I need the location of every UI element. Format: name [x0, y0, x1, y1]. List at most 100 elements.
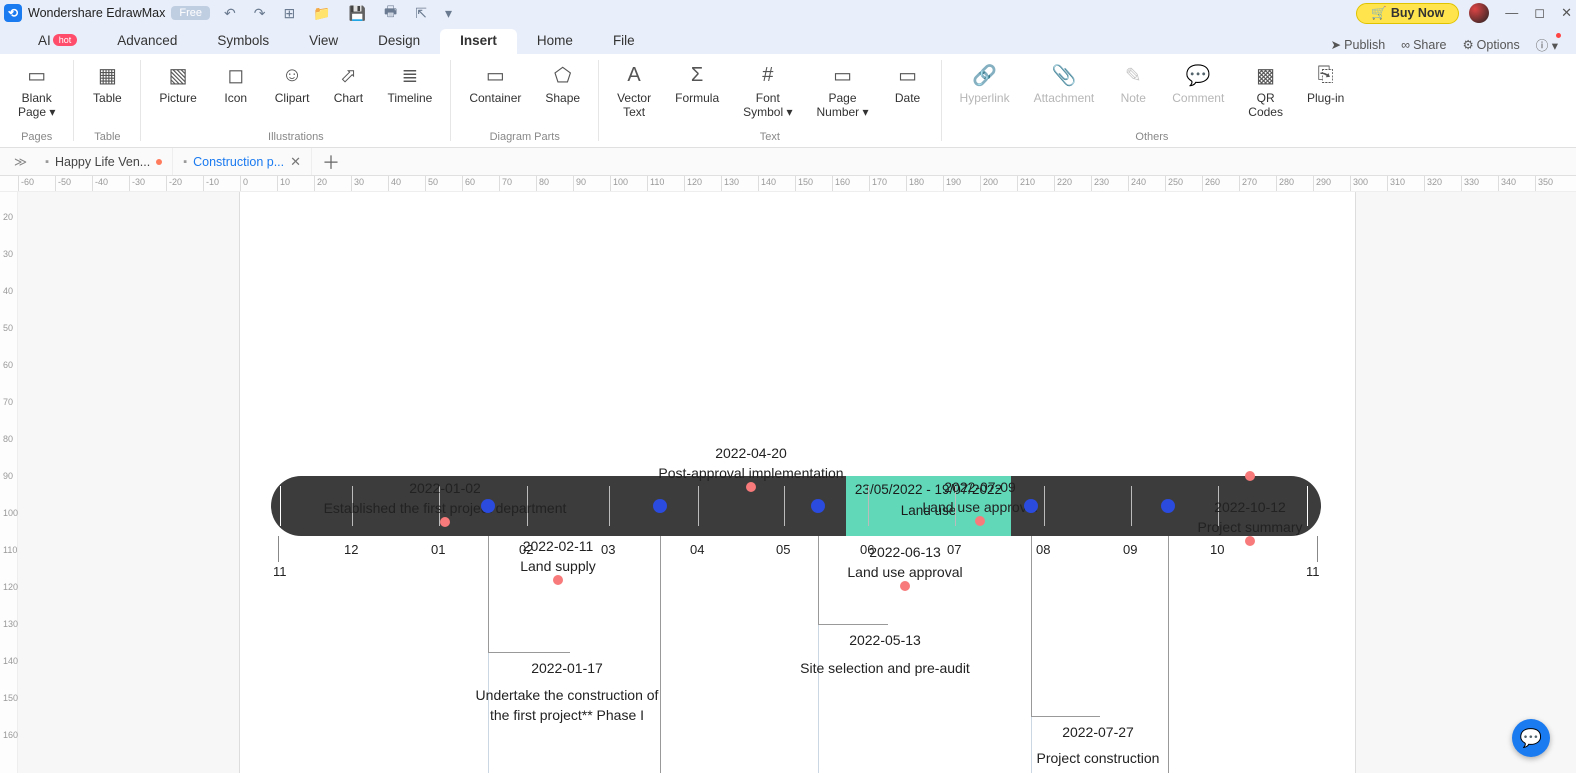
doc-tab-construction[interactable]: ▪Construction p...✕ [173, 148, 312, 175]
ribbon-timeline[interactable]: ≣Timeline [379, 58, 440, 129]
ribbon-container[interactable]: ▭Container [461, 58, 529, 129]
menu-design[interactable]: Design [358, 29, 440, 54]
month-label: 04 [690, 542, 704, 557]
help-button[interactable]: ⓘ ▾ [1536, 35, 1558, 54]
share-button[interactable]: ∞Share [1401, 38, 1446, 52]
maximize-button[interactable]: ◻ [1534, 5, 1545, 21]
ribbon-date[interactable]: ▭Date [885, 58, 931, 129]
milestone-marker[interactable] [481, 499, 495, 513]
event-marker[interactable] [1245, 536, 1255, 546]
ruler-tick: 150 [795, 176, 796, 191]
clipart-label: Clipart [275, 92, 310, 106]
event-marker[interactable] [900, 581, 910, 591]
menu-right: ➤Publish ∞Share ⚙Options ⓘ ▾ [1331, 35, 1558, 54]
milestone-marker[interactable] [1161, 499, 1175, 513]
redo-icon[interactable]: ↷ [254, 5, 266, 22]
track-tick [1131, 486, 1132, 526]
ruler-tick: -50 [55, 176, 56, 191]
font-symbol-label: FontSymbol ▾ [743, 92, 792, 120]
chat-fab[interactable]: 💬 [1512, 719, 1550, 757]
ribbon-page-number[interactable]: ▭PageNumber ▾ [809, 58, 877, 129]
plugin-label: Plug-in [1307, 92, 1344, 106]
ruler-tick: 60 [462, 176, 463, 191]
tabs-scroll-icon[interactable]: ≫ [6, 154, 35, 169]
doc-tab-label: Construction p... [193, 155, 284, 169]
leader-line [1168, 536, 1169, 773]
open-icon[interactable]: 📁 [313, 5, 330, 22]
main-menu: AIhotAdvancedSymbolsViewDesignInsertHome… [0, 26, 1576, 54]
menu-symbols[interactable]: Symbols [197, 29, 289, 54]
doc-tab-happy[interactable]: ▪Happy Life Ven... [35, 148, 173, 175]
export-icon[interactable]: ⇱ [415, 5, 427, 22]
menu-ai[interactable]: AIhot [18, 29, 97, 54]
event-text: Land use approval [830, 564, 980, 580]
formula-label: Formula [675, 92, 719, 106]
ribbon-blank-page[interactable]: ▭BlankPage ▾ [10, 58, 63, 129]
qat-more-icon[interactable]: ▾ [445, 5, 452, 22]
menu-view[interactable]: View [289, 29, 358, 54]
ruler-tick: 30 [351, 176, 352, 191]
container-icon: ▭ [482, 62, 508, 88]
milestone-marker[interactable] [1024, 499, 1038, 513]
ribbon-icon[interactable]: ◻Icon [213, 58, 259, 129]
print-icon[interactable]: 🖶 [384, 1, 397, 25]
ribbon-table[interactable]: ▦Table [84, 58, 130, 129]
attachment-label: Attachment [1034, 92, 1095, 106]
ruler-tick: 190 [943, 176, 944, 191]
track-tick [698, 486, 699, 526]
ruler-tick: 290 [1313, 176, 1314, 191]
ribbon-picture[interactable]: ▧Picture [151, 58, 204, 129]
canvas[interactable]: 2030405060708090100110120130140150160 23… [0, 192, 1576, 773]
buy-now-button[interactable]: 🛒 Buy Now [1356, 3, 1459, 24]
menu-insert[interactable]: Insert [440, 29, 517, 54]
ribbon-qr[interactable]: ▩QRCodes [1240, 58, 1291, 129]
milestone-marker[interactable] [653, 499, 667, 513]
options-button[interactable]: ⚙Options [1462, 37, 1519, 52]
event-marker[interactable] [746, 482, 756, 492]
comment-label: Comment [1172, 92, 1224, 106]
menu-home[interactable]: Home [517, 29, 593, 54]
ribbon-plugin[interactable]: ⎘Plug-in [1299, 58, 1352, 129]
picture-label: Picture [159, 92, 196, 106]
quick-access-toolbar: ↶ ↷ ⊞ 📁 💾 🖶 ⇱ ▾ [224, 1, 452, 25]
hyperlink-icon: 🔗 [972, 62, 998, 88]
event-text: Post-approval implementation [646, 465, 856, 481]
ribbon-font-symbol[interactable]: #FontSymbol ▾ [735, 58, 800, 129]
publish-button[interactable]: ➤Publish [1331, 37, 1385, 52]
user-avatar[interactable] [1469, 3, 1489, 23]
close-tab-icon[interactable]: ✕ [290, 154, 301, 170]
ribbon-group-others: 🔗Hyperlink📎Attachment✎Note💬Comment▩QRCod… [942, 54, 1363, 147]
ribbon-formula[interactable]: ΣFormula [667, 58, 727, 129]
event-marker[interactable] [553, 575, 563, 585]
ribbon-chart[interactable]: ⬀Chart [325, 58, 371, 129]
menu-file[interactable]: File [593, 29, 655, 54]
track-tick [868, 486, 869, 526]
ruler-tick: -60 [18, 176, 19, 191]
doc-tab-label: Happy Life Ven... [55, 155, 150, 169]
ribbon-shape[interactable]: ⬠Shape [537, 58, 588, 129]
milestone-marker[interactable] [811, 499, 825, 513]
event-marker[interactable] [1245, 471, 1255, 481]
share-label: Share [1413, 38, 1446, 52]
group-label: Table [94, 129, 120, 145]
track-tick [280, 486, 281, 526]
undo-icon[interactable]: ↶ [224, 5, 236, 22]
event-date: 2022-07-27 [1062, 724, 1134, 740]
vector-text-label: VectorText [617, 92, 651, 120]
month-label: 10 [1210, 542, 1224, 557]
track-tick [609, 486, 610, 526]
month-label: 09 [1123, 542, 1137, 557]
menu-advanced[interactable]: Advanced [97, 29, 197, 54]
minimize-button[interactable]: — [1505, 5, 1518, 21]
ribbon-vector-text[interactable]: AVectorText [609, 58, 659, 129]
close-button[interactable]: ✕ [1561, 5, 1572, 21]
window-controls: — ◻ ✕ [1505, 5, 1572, 21]
horizontal-ruler: -60-50-40-30-20-100102030405060708090100… [0, 176, 1576, 192]
event-marker[interactable] [975, 516, 985, 526]
new-icon[interactable]: ⊞ [283, 5, 295, 22]
new-tab-button[interactable]: ＋ [312, 149, 350, 175]
save-icon[interactable]: 💾 [349, 5, 366, 22]
event-marker[interactable] [440, 517, 450, 527]
ribbon-note: ✎Note [1110, 58, 1156, 129]
ribbon-clipart[interactable]: ☺Clipart [267, 58, 318, 129]
